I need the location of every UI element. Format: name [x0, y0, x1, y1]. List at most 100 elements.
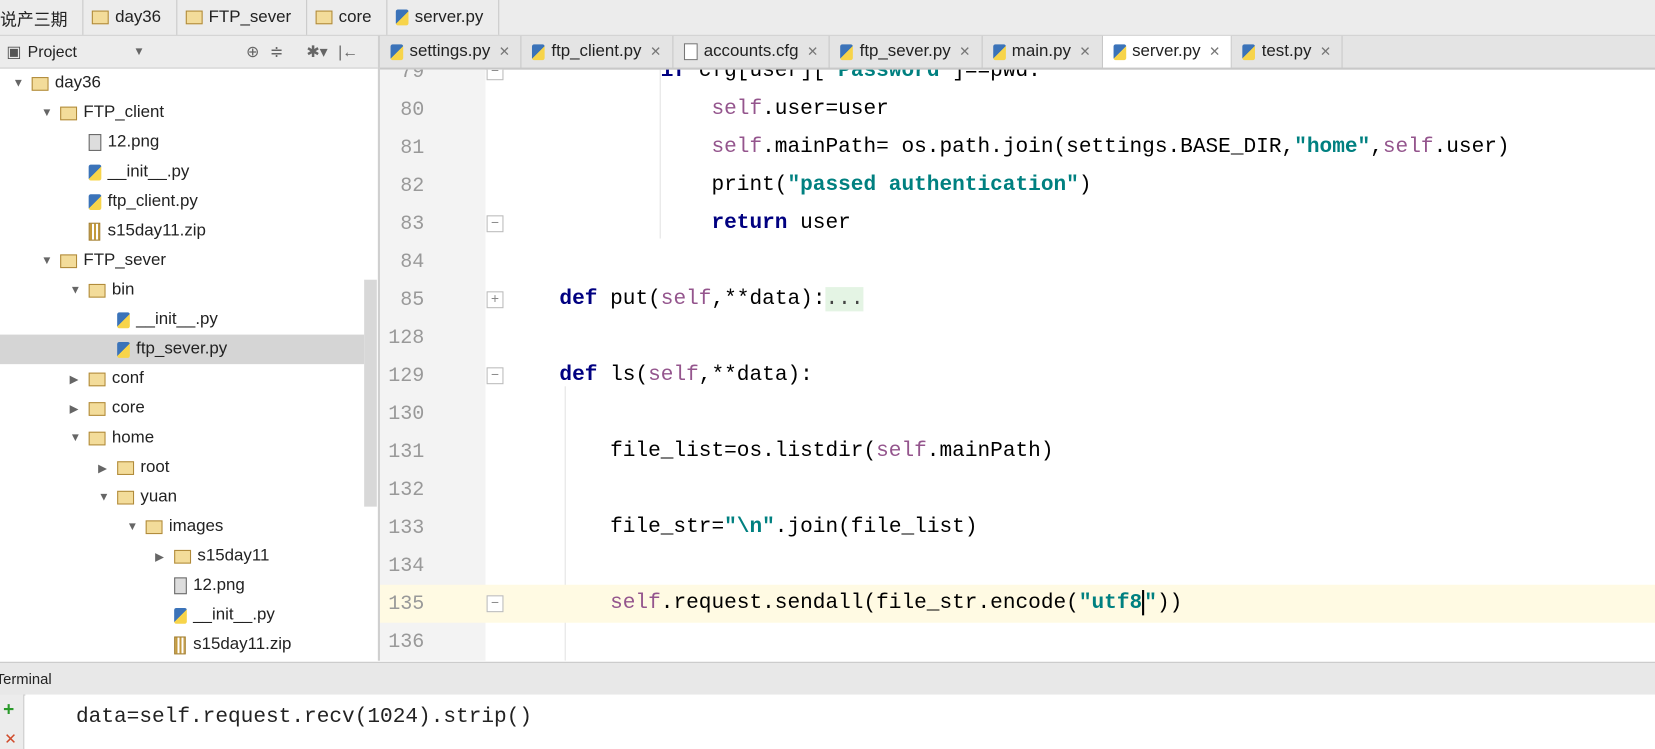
folder-icon [60, 253, 78, 268]
expanded-arrow-icon[interactable]: ▼ [127, 520, 146, 533]
folder-icon [31, 76, 49, 91]
tree-item[interactable]: s15day11.zip [0, 216, 206, 246]
code-line[interactable]: 80 self.user=user [380, 91, 1655, 129]
tab-main-py[interactable]: main.py ✕ [982, 35, 1103, 68]
close-tab-icon[interactable]: ✕ [1209, 43, 1221, 60]
code-line[interactable]: 85 + def put(self,**data):... [380, 281, 1655, 319]
code-line[interactable]: 79 − if cfg[user]['Password']==pwd: [380, 69, 1655, 91]
code-line[interactable]: 133 file_str="\n".join(file_list) [380, 509, 1655, 547]
breadcrumb-item[interactable]: 说产三期 [0, 0, 84, 35]
line-number: 82 [400, 174, 425, 198]
code-line[interactable]: 134 [380, 547, 1655, 585]
code-line[interactable]: 128 [380, 319, 1655, 357]
tree-item[interactable]: ▶ root [0, 453, 169, 483]
code-token: ]==pwd: [952, 69, 1041, 84]
project-icon: ▣ [6, 43, 22, 62]
tree-item[interactable]: ftp_client.py [0, 187, 198, 217]
tree-item[interactable]: s15day11.zip [0, 630, 291, 660]
tree-item[interactable]: __init__.py [0, 157, 189, 187]
collapsed-arrow-icon[interactable]: ▶ [98, 461, 117, 475]
code-token: .user=user [762, 97, 889, 122]
project-view-selector[interactable]: Project [28, 43, 134, 61]
breadcrumb-item[interactable]: day36 [83, 0, 177, 35]
expanded-arrow-icon[interactable]: ▼ [70, 284, 89, 297]
tree-item[interactable]: ▼ home [0, 423, 154, 453]
tree-item[interactable]: ▼ day36 [0, 69, 101, 99]
collapse-fold-icon[interactable]: − [486, 69, 504, 81]
hide-panel-icon[interactable]: |← [338, 43, 358, 61]
code-token: def [559, 363, 611, 388]
tab-ftp_client-py[interactable]: ftp_client.py ✕ [522, 35, 674, 68]
code-line[interactable]: 135 − self.request.sendall(file_str.encod… [379, 584, 1655, 623]
tree-item[interactable]: ▼ FTP_client [0, 98, 164, 128]
code-line[interactable]: 81 self.mainPath= os.path.join(settings.… [380, 129, 1655, 167]
expanded-arrow-icon[interactable]: ▼ [13, 77, 32, 90]
code-line[interactable]: 136 [380, 623, 1655, 661]
close-tab-icon[interactable]: ✕ [650, 43, 662, 60]
breadcrumb-item[interactable]: core [307, 0, 388, 35]
tab-label: ftp_client.py [551, 42, 642, 61]
close-tab-icon[interactable]: ✕ [959, 43, 971, 60]
line-number: 129 [388, 364, 425, 388]
tree-item[interactable]: ▶ s15day11 [0, 541, 269, 571]
tree-item[interactable]: __init__.py [0, 305, 218, 335]
expanded-arrow-icon[interactable]: ▼ [41, 254, 60, 267]
scroll-from-source-icon[interactable]: ⊕ [246, 42, 259, 61]
collapse-fold-icon[interactable]: − [486, 215, 504, 233]
collapsed-arrow-icon[interactable]: ▶ [70, 402, 89, 416]
collapse-all-icon[interactable]: ≑ [270, 42, 283, 61]
breadcrumb-item[interactable]: server.py [387, 0, 500, 35]
collapsed-arrow-icon[interactable]: ▶ [155, 549, 174, 563]
chevron-down-icon[interactable]: ▼ [133, 45, 144, 58]
image-file-icon [88, 134, 102, 151]
close-tab-icon[interactable]: ✕ [1320, 43, 1332, 60]
tab-settings-py[interactable]: settings.py ✕ [380, 35, 522, 68]
code-line[interactable]: 129 − def ls(self,**data): [380, 357, 1655, 395]
tree-item[interactable]: ▼ images [0, 512, 224, 542]
code-line[interactable]: 130 [380, 395, 1655, 433]
code-text: if cfg[user]['Password']==pwd: [509, 70, 1041, 91]
collapsed-arrow-icon[interactable]: ▶ [70, 372, 89, 386]
code-line[interactable]: 84 [380, 243, 1655, 281]
close-tab-icon[interactable]: ✕ [807, 43, 819, 60]
code-token: self [711, 97, 763, 122]
code-line[interactable]: 132 [380, 471, 1655, 509]
add-terminal-icon[interactable]: + [3, 699, 14, 721]
collapse-fold-icon[interactable]: − [486, 595, 504, 613]
tab-accounts-cfg[interactable]: accounts.cfg ✕ [673, 35, 831, 68]
breadcrumb-label: FTP_sever [208, 7, 292, 26]
expanded-arrow-icon[interactable]: ▼ [70, 432, 89, 445]
tree-item[interactable]: ▼ yuan [0, 482, 177, 512]
tab-ftp_sever-py[interactable]: ftp_sever.py ✕ [830, 35, 983, 68]
collapse-fold-icon[interactable]: − [486, 367, 504, 385]
tab-test-py[interactable]: test.py ✕ [1232, 35, 1344, 68]
folder-icon [60, 106, 78, 120]
tree-item[interactable]: ▶ core [0, 394, 145, 424]
code-editor[interactable]: 79− if cfg[user]['Password']==pwd: 80 sel… [379, 69, 1655, 661]
expanded-arrow-icon[interactable]: ▼ [98, 491, 117, 504]
code-token: return [711, 211, 801, 236]
tree-item[interactable]: ▶ conf [0, 364, 144, 394]
breadcrumb-item[interactable]: FTP_sever [177, 0, 308, 35]
terminal-output[interactable]: data=self.request.recv(1024).strip() [25, 694, 1655, 749]
code-line[interactable]: 83 − return user [380, 205, 1655, 243]
tree-item[interactable]: 12.png [0, 571, 245, 601]
expanded-arrow-icon[interactable]: ▼ [41, 107, 60, 120]
code-line[interactable]: 131 file_list=os.listdir(self.mainPath) [380, 433, 1655, 471]
tree-item[interactable]: ftp_sever.py [0, 334, 365, 365]
tree-item[interactable]: 12.png [0, 128, 159, 158]
tab-server-py[interactable]: server.py ✕ [1102, 35, 1233, 68]
gear-icon[interactable]: ✱▾ [306, 42, 327, 61]
close-terminal-icon[interactable]: ✕ [4, 730, 16, 748]
expand-fold-icon[interactable]: + [486, 291, 504, 309]
close-tab-icon[interactable]: ✕ [499, 43, 511, 60]
tree-item[interactable]: ▼ FTP_sever [0, 246, 166, 276]
tree-item-label: home [111, 428, 155, 447]
tree-scrollbar[interactable] [364, 279, 377, 507]
tree-item[interactable]: __init__.py [0, 601, 275, 631]
tree-item[interactable]: ▼ bin [0, 275, 135, 305]
close-tab-icon[interactable]: ✕ [1079, 43, 1091, 60]
code-line[interactable]: 82 print("passed authentication") [380, 167, 1655, 205]
